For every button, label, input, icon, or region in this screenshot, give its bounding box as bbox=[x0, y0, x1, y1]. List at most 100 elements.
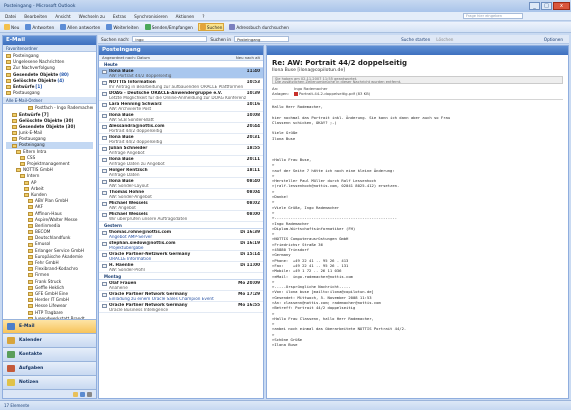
folder-icon bbox=[20, 155, 25, 160]
nav-button-notizen[interactable]: Notizen bbox=[3, 375, 96, 389]
message-row[interactable]: Thomas Höhne 08:04 AW: Sonder-Angebot bbox=[99, 189, 263, 200]
nav-icon bbox=[7, 323, 15, 330]
message-row[interactable]: thomas.rohne@nottis.com Di 16:39 Angebot A… bbox=[99, 229, 263, 240]
info-bar-linebreak-note: Die zusätzlichen Zeilenumbrüche in diese… bbox=[275, 79, 402, 84]
message-row[interactable]: Alessandra@nottis.com 20:44 Portrait 44/2 … bbox=[99, 123, 263, 134]
message-row[interactable]: H. Haenlie Di 11:00 AW: Sonder-Profil bbox=[99, 262, 263, 273]
nav-icon bbox=[7, 351, 15, 358]
menu-item[interactable]: Datei bbox=[5, 14, 16, 19]
folder-icon bbox=[28, 236, 33, 241]
message-row[interactable]: Julian Schneider 18:55 Anfrage Angebot bbox=[99, 145, 263, 156]
message-time: Mo 20:09 bbox=[238, 281, 260, 285]
toolbar-button[interactable]: Senden/Empfangen bbox=[144, 23, 194, 31]
toolbar-icon bbox=[60, 24, 67, 30]
message-row[interactable]: Oracle Partner Network Germany Mo 16:55 Or… bbox=[99, 302, 263, 313]
menu-item[interactable]: Bearbeiten bbox=[24, 14, 47, 19]
message-row[interactable]: Ilona Buse 08:40 AW: Sonder-Layout bbox=[99, 178, 263, 189]
envelope-icon bbox=[102, 92, 107, 96]
search-input[interactable]: ingo bbox=[132, 36, 208, 42]
message-subject: AW: Sonder-Layout bbox=[109, 183, 149, 188]
message-time: 08:04 bbox=[246, 190, 260, 194]
favorite-folder[interactable]: Postausgang bbox=[6, 90, 93, 96]
toolbar: Neu Antworten Allen antworten Weiterleiten S… bbox=[0, 22, 571, 33]
message-row[interactable]: Olaf Frauen Mo 20:09 Anaherie bbox=[99, 280, 263, 291]
message-subject: AW: Portrait 44/2 doppelseitig bbox=[109, 73, 172, 78]
message-row[interactable]: DOAG - Deutsche ORACLE-Anwendergruppe e.… bbox=[99, 90, 263, 101]
folder-icon bbox=[12, 131, 17, 136]
search-start-button[interactable]: Suche starten bbox=[401, 37, 430, 42]
message-row[interactable]: NOTTIS Information 10:53 Ihr Antrag in Bea… bbox=[99, 79, 263, 90]
minimize-button[interactable]: _ bbox=[529, 2, 540, 10]
toolbar-button[interactable]: Weiterleiten bbox=[105, 23, 139, 31]
message-row[interactable]: Oracle Partner Network Germany Mo 17:29 Ei… bbox=[99, 291, 263, 302]
arrange-by-label[interactable]: Angeordnet nach: Datum bbox=[102, 55, 150, 60]
date-group-header[interactable]: Gestern bbox=[99, 222, 263, 229]
nav-icon bbox=[7, 379, 15, 386]
message-row[interactable]: Ilona Buse 11:40 AW: Portrait 44/2 doppels… bbox=[99, 68, 263, 79]
message-time: Mo 17:29 bbox=[238, 292, 260, 296]
menu-item[interactable]: Synchronisieren bbox=[134, 14, 168, 19]
folder-icon bbox=[24, 186, 29, 191]
attachment-name: Portrait-44-2-doppelseitig.pdf (83 KB) bbox=[299, 91, 371, 96]
menu-item[interactable]: Aktionen bbox=[176, 14, 195, 19]
message-row[interactable]: Ilona Buse 10:08 AW: SCB Sonder-Blatt bbox=[99, 112, 263, 123]
toolbar-button[interactable]: Allen antworten bbox=[59, 23, 101, 31]
nav-button-email[interactable]: E-Mail bbox=[3, 319, 96, 333]
info-bar[interactable]: Sie haben am 02.11.2007 11:55 geantworte… bbox=[272, 76, 563, 84]
favorites-list: Posteingang Ungelesene Nachrichten Zur Nac… bbox=[3, 52, 96, 97]
message-sender[interactable]: Ilona Buse [ilona@copilotun.de] bbox=[267, 67, 568, 74]
nav-button-label: Aufgaben bbox=[19, 366, 44, 371]
search-options-button[interactable]: Optionen bbox=[544, 37, 563, 42]
menu-item[interactable]: Ansicht bbox=[55, 14, 70, 19]
message-row[interactable]: Ilona Buse 20:31 Portrait 44/2 doppelseiti… bbox=[99, 134, 263, 145]
message-row[interactable]: Lara Henning Schwarz 10:16 AW: Archivierte… bbox=[99, 101, 263, 112]
help-search-input[interactable]: Frage hier eingeben bbox=[463, 13, 523, 19]
toolbar-icon bbox=[106, 24, 113, 30]
nav-button-kontakte[interactable]: Kontakte bbox=[3, 347, 96, 361]
message-time: 10:53 bbox=[246, 80, 260, 84]
message-subject: Angebot AMP-Server bbox=[109, 234, 153, 239]
message-row[interactable]: Ilona Buse 20:11 Anfrage Daten zu Angebot bbox=[99, 156, 263, 167]
search-clear-button[interactable]: Löschen bbox=[436, 37, 453, 42]
toolbar-button[interactable]: Adressbuch durchsuchen bbox=[228, 23, 290, 31]
menu-item[interactable]: ? bbox=[202, 14, 204, 19]
message-row[interactable]: Michael Wessels 08:02 AW: Angebot bbox=[99, 200, 263, 211]
message-body[interactable]: Hallo Herr Rademacher, hier nochmal das … bbox=[272, 99, 563, 370]
nav-shortcut-strip bbox=[3, 389, 96, 398]
message-subject: AW: Sonder-Angebot bbox=[109, 194, 152, 199]
folder-icon[interactable] bbox=[73, 391, 78, 397]
date-group-header[interactable]: Heute bbox=[99, 61, 263, 68]
message-subject: Anfrage Daten zu Angebot bbox=[109, 161, 165, 166]
attachment-item[interactable]: Portrait-44-2-doppelseitig.pdf (83 KB) bbox=[294, 91, 370, 96]
menu-item[interactable]: Extras bbox=[113, 14, 126, 19]
folder-icon bbox=[6, 66, 11, 71]
folder-icon bbox=[28, 211, 33, 216]
message-list-pane: Posteingang Angeordnet nach: Datum Neu n… bbox=[98, 45, 264, 399]
menu-item[interactable]: Wechseln zu bbox=[79, 14, 105, 19]
toolbar-button[interactable]: Neu bbox=[3, 23, 20, 31]
message-subject: Anfrage Daten bbox=[109, 172, 140, 177]
message-row[interactable]: Holger Rentzsch 18:11 Anfrage Daten bbox=[99, 167, 263, 178]
attachment-line: Anlagen: Portrait-44-2-doppelseitig.pdf … bbox=[267, 91, 568, 96]
toolbar-button[interactable]: Antworten bbox=[24, 23, 55, 31]
toolbar-button[interactable]: Suchen bbox=[197, 23, 225, 31]
message-time: 20:44 bbox=[246, 124, 260, 128]
sort-order-label[interactable]: Neu nach alt bbox=[236, 55, 260, 60]
shortcut-icon[interactable] bbox=[80, 391, 85, 397]
nav-button-aufgaben[interactable]: Aufgaben bbox=[3, 361, 96, 375]
close-button[interactable]: x bbox=[553, 2, 570, 10]
message-row[interactable]: stephan.siedow@nottis.com Di 16:19 Projekt… bbox=[99, 240, 263, 251]
date-group-header[interactable]: Montag bbox=[99, 273, 263, 280]
favorites-header: Favoritenordner bbox=[3, 45, 96, 52]
folder-icon bbox=[12, 137, 17, 142]
message-row[interactable]: Oracle Partner-Netzwerk Germany Di 15:14 O… bbox=[99, 251, 263, 262]
nav-button-kalender[interactable]: Kalender bbox=[3, 333, 96, 347]
message-subject: AW: Angebot bbox=[109, 205, 136, 210]
reading-pane: Re: AW: Portrait 44/2 doppelseitig Ilona… bbox=[266, 45, 569, 399]
maximize-button[interactable]: □ bbox=[541, 2, 552, 10]
message-time: Di 15:14 bbox=[240, 252, 260, 256]
search-scope-select[interactable]: Posteingang bbox=[234, 36, 290, 42]
reading-pane-header-bar bbox=[267, 46, 568, 55]
message-row[interactable]: Michael Wessels 08:00 Wir überprüfen unser… bbox=[99, 211, 263, 222]
configure-icon[interactable] bbox=[87, 391, 92, 397]
